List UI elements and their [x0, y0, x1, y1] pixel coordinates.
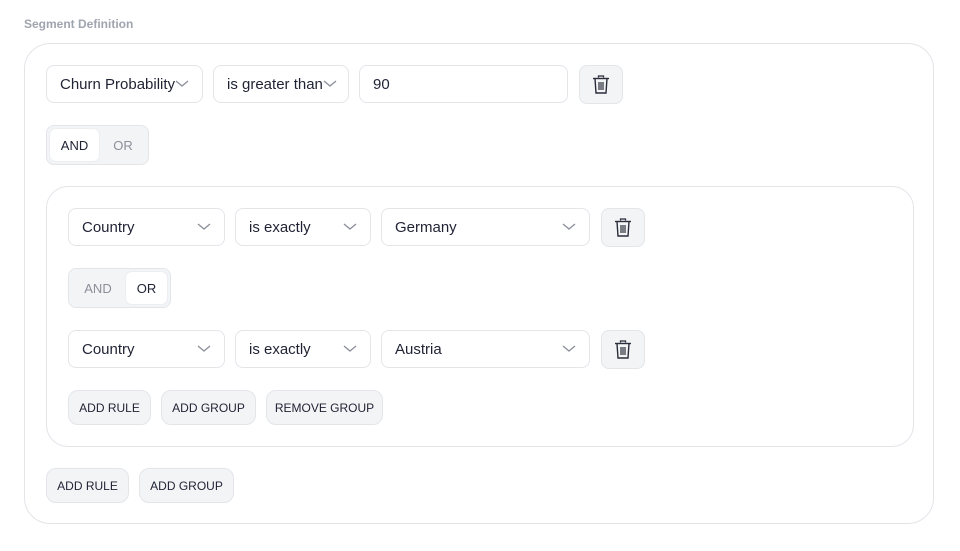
group-rule-1-delete-button[interactable] [601, 208, 645, 247]
chevron-down-icon [197, 223, 211, 230]
root-add-rule-button[interactable]: ADD RULE [46, 468, 129, 503]
group-rule-2-field-value: Country [82, 340, 135, 358]
trash-icon [593, 75, 609, 94]
group-rule-1-value-text: Germany [395, 218, 457, 236]
remove-group-button[interactable]: REMOVE GROUP [266, 390, 383, 425]
group-rule-2-delete-button[interactable] [601, 330, 645, 369]
group-rule-1-field-value: Country [82, 218, 135, 236]
group-rule-1-operator-select[interactable]: is exactly [235, 208, 371, 246]
group-rule-1-field-select[interactable]: Country [68, 208, 225, 246]
group-rule-2-field-select[interactable]: Country [68, 330, 225, 368]
root-rule-operator-select[interactable]: is greater than [213, 65, 349, 103]
chevron-down-icon [175, 80, 189, 87]
chevron-down-icon [562, 345, 576, 352]
root-logic-or-option[interactable]: OR [101, 129, 145, 161]
chevron-down-icon [562, 223, 576, 230]
root-add-group-button[interactable]: ADD GROUP [139, 468, 234, 503]
group-rule-2-value-select[interactable]: Austria [381, 330, 590, 368]
segment-definition-label: Segment Definition [24, 17, 134, 31]
group-logic-or-option[interactable]: OR [126, 272, 167, 304]
root-rule-field-value: Churn Probability [60, 75, 176, 93]
group-rule-1-value-select[interactable]: Germany [381, 208, 590, 246]
chevron-down-icon [197, 345, 211, 352]
root-rule-value-text: 90 [373, 75, 390, 93]
group-rule-2-operator-select[interactable]: is exactly [235, 330, 371, 368]
group-logic-toggle: AND OR [68, 268, 171, 308]
chevron-down-icon [343, 345, 357, 352]
group-rule-2-operator-value: is exactly [249, 340, 311, 358]
trash-icon [615, 340, 631, 359]
group-add-rule-button[interactable]: ADD RULE [68, 390, 151, 425]
root-rule-value-input[interactable]: 90 [359, 65, 568, 103]
group-rule-2-value-text: Austria [395, 340, 442, 358]
root-logic-and-option[interactable]: AND [50, 129, 99, 161]
trash-icon [615, 218, 631, 237]
group-logic-and-option[interactable]: AND [72, 272, 124, 304]
chevron-down-icon [343, 223, 357, 230]
group-rule-1-operator-value: is exactly [249, 218, 311, 236]
group-add-group-button[interactable]: ADD GROUP [161, 390, 256, 425]
root-logic-toggle: AND OR [46, 125, 149, 165]
chevron-down-icon [323, 80, 337, 87]
root-rule-operator-value: is greater than [227, 75, 323, 93]
root-rule-field-select[interactable]: Churn Probability [46, 65, 203, 103]
root-rule-delete-button[interactable] [579, 65, 623, 104]
